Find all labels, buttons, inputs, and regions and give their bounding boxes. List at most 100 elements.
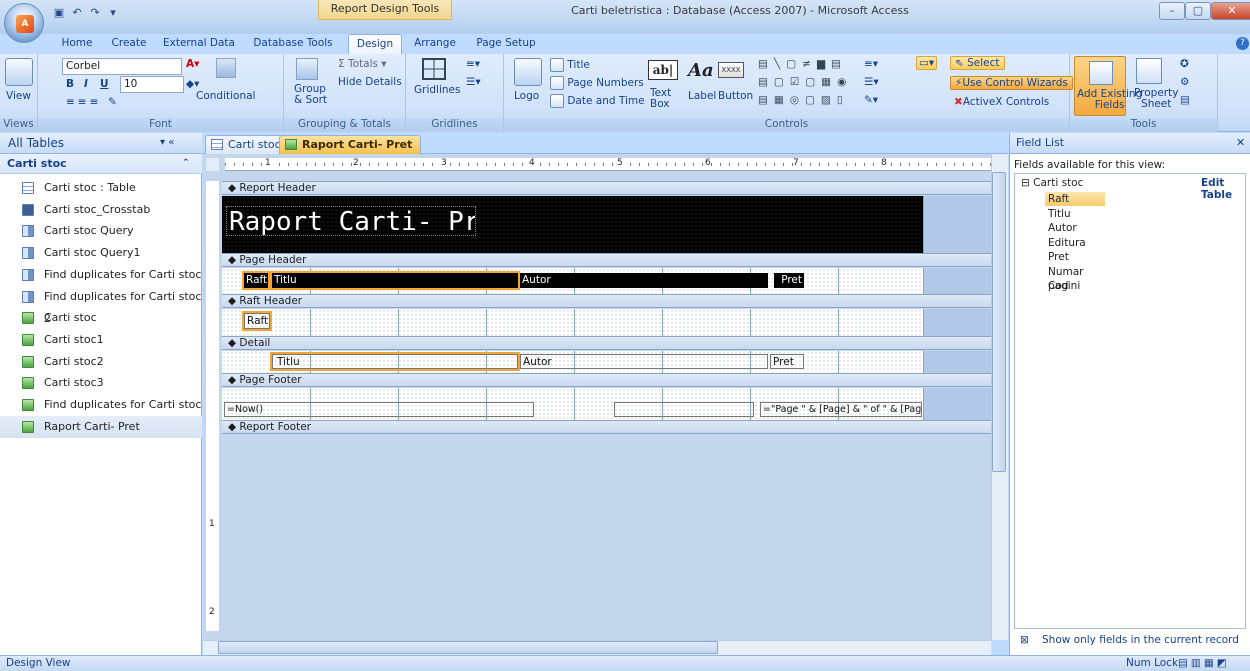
activex-button[interactable]: ✖ActiveX Controls [954,96,1049,108]
property-sheet-icon[interactable] [1136,58,1162,84]
nav-item[interactable]: Carti stoc Query [0,220,202,242]
gridlines-icon[interactable] [422,58,446,80]
collapse-icon[interactable]: ⌃ [182,154,190,173]
office-button[interactable]: A [4,3,44,43]
footer-blank-field[interactable] [614,402,754,417]
logo-icon[interactable] [514,58,542,86]
nav-item[interactable]: Find duplicates for Carti stoc 2 [0,286,202,325]
font-color-icon[interactable]: A▾ [186,58,199,70]
nav-item[interactable]: Carti stoc [0,307,202,329]
nav-item[interactable]: Carti stoc : Table [0,177,202,199]
horizontal-ruler[interactable]: 1 2 3 4 5 6 7 8 [225,158,991,171]
align-icons[interactable]: ≡≡≡ [66,96,101,108]
band-page-header[interactable]: ◆ Page Header [222,253,991,267]
qat-customize-icon[interactable]: ▾ [106,6,120,20]
date-time-button[interactable]: Date and Time [550,94,645,108]
edit-table-link[interactable]: Edit Table [1201,177,1245,201]
button-button[interactable]: Button [718,90,753,102]
band-raft-header[interactable]: ◆ Raft Header [222,294,991,308]
underline-button[interactable]: U [100,78,109,90]
band-report-header[interactable]: ◆ Report Header [222,181,991,195]
line-style-icon[interactable]: ≡▾ [466,58,480,70]
select-button[interactable]: ⇖ Select [950,56,1005,70]
redo-icon[interactable]: ↷ [88,6,102,20]
autor-header-label[interactable]: Autor [520,273,768,288]
view-switch-icons[interactable]: ▤▥▦◩ [1178,656,1230,671]
tab-create[interactable]: Create [106,34,152,54]
gridlines-button[interactable]: Gridlines [414,84,460,96]
title-button[interactable]: Title [550,58,590,72]
tab-arrange[interactable]: Arrange [410,34,460,54]
controls-row3-icons[interactable]: ▤▦◎▢▨▯ [758,94,849,106]
nav-item[interactable]: Carti stoc2 [0,351,202,373]
totals-button[interactable]: Σ Totals ▾ [338,58,387,70]
field-item[interactable]: Cod [1045,279,1105,293]
group-sort-icon[interactable] [296,58,318,80]
label-button[interactable]: Label [688,90,716,102]
page-numbers-button[interactable]: Page Numbers [550,76,644,90]
doc-tab-carti-stoc[interactable]: Carti stoc [205,135,290,154]
nav-item[interactable]: Carti stoc_Crosstab [0,199,202,221]
save-icon[interactable]: ▣ [52,6,66,20]
add-existing-fields-button[interactable]: Add Existing Fields [1074,56,1142,116]
tool-icon-b[interactable]: ⚙ [1180,76,1189,88]
band-page-footer[interactable]: ◆ Page Footer [222,373,991,387]
textbox-button[interactable]: Text Box [650,88,671,110]
tab-external-data[interactable]: External Data [162,34,236,54]
horizontal-scroll-thumb[interactable] [218,641,718,654]
nav-dropdown-icon[interactable]: ▾ « [160,133,174,153]
field-item[interactable]: Pret [1045,250,1105,264]
undo-icon[interactable]: ↶ [70,6,84,20]
rect-tool-icon[interactable]: ▭▾ [916,56,938,70]
field-list-table[interactable]: ⊟ Carti stoc [1021,177,1083,189]
tool-icon-c[interactable]: ▤ [1180,94,1190,106]
textbox-icon[interactable]: ab| [648,60,678,80]
maximize-button[interactable]: ▢ [1185,2,1211,20]
font-name-select[interactable]: Corbel [62,58,182,75]
nav-item[interactable]: Find duplicates for Carti stoc [0,264,202,286]
nav-item[interactable]: Raport Carti- Pret [0,415,202,438]
field-item[interactable]: Titlu [1045,207,1105,221]
hide-details-button[interactable]: Hide Details [338,76,402,88]
tab-database-tools[interactable]: Database Tools [250,34,336,54]
line-thick-icon[interactable]: ☰▾ [864,76,879,88]
bold-button[interactable]: B [66,78,74,90]
pret-header-label[interactable]: Pret [774,273,804,288]
vertical-ruler[interactable]: 12 [206,181,219,631]
fill-color-icon[interactable]: ◆▾ [186,78,199,90]
autor-field[interactable]: Autor [520,354,768,369]
tab-page-setup[interactable]: Page Setup [472,34,540,54]
help-icon[interactable]: ? [1236,37,1249,50]
page-number-field[interactable]: ="Page " & [Page] & " of " & [Pages] [760,402,922,417]
view-icon[interactable] [5,58,33,86]
conditional-button[interactable]: Conditional [196,90,255,102]
nav-header[interactable]: All Tables ▾ « [0,133,202,154]
band-report-footer[interactable]: ◆ Report Footer [222,420,991,434]
italic-button[interactable]: I [84,78,88,90]
pret-field[interactable]: Pret [770,354,804,369]
titlu-header-label[interactable]: Titlu [270,271,520,290]
band-detail[interactable]: ◆ Detail [222,336,991,350]
view-button[interactable]: View [6,90,31,102]
tool-icon-a[interactable]: ✪ [1180,58,1189,70]
now-field[interactable]: =Now() [224,402,534,417]
font-size-select[interactable]: 10 [120,76,184,93]
label-icon[interactable]: Aa [688,60,714,81]
nav-item[interactable]: Carti stoc1 [0,329,202,351]
group-sort-button[interactable]: Group & Sort [294,84,327,106]
format-painter-icon[interactable]: ✎ [108,96,117,108]
controls-row1-icons[interactable]: ▤╲▢≠▆▤ [758,58,847,70]
show-only-fields-link[interactable]: ⊠ Show only fields in the current record … [1014,631,1246,664]
vertical-scroll-thumb[interactable] [992,172,1006,472]
nav-group-header[interactable]: Carti stoc ⌃ [0,154,202,174]
property-sheet-button[interactable]: Property Sheet [1134,88,1178,110]
use-control-wizards-button[interactable]: ⚡Use Control Wizards [950,76,1073,90]
button-icon[interactable]: XXXX [718,62,744,78]
close-button[interactable]: ✕ [1211,2,1250,20]
conditional-icon[interactable] [216,58,236,78]
titlu-field[interactable]: Titlu [270,352,520,371]
tab-design[interactable]: Design [348,34,402,54]
logo-button[interactable]: Logo [514,90,539,102]
report-title-label[interactable]: Raport Carti- Pret [226,206,476,236]
field-list-close-icon[interactable]: ✕ [1236,133,1245,153]
